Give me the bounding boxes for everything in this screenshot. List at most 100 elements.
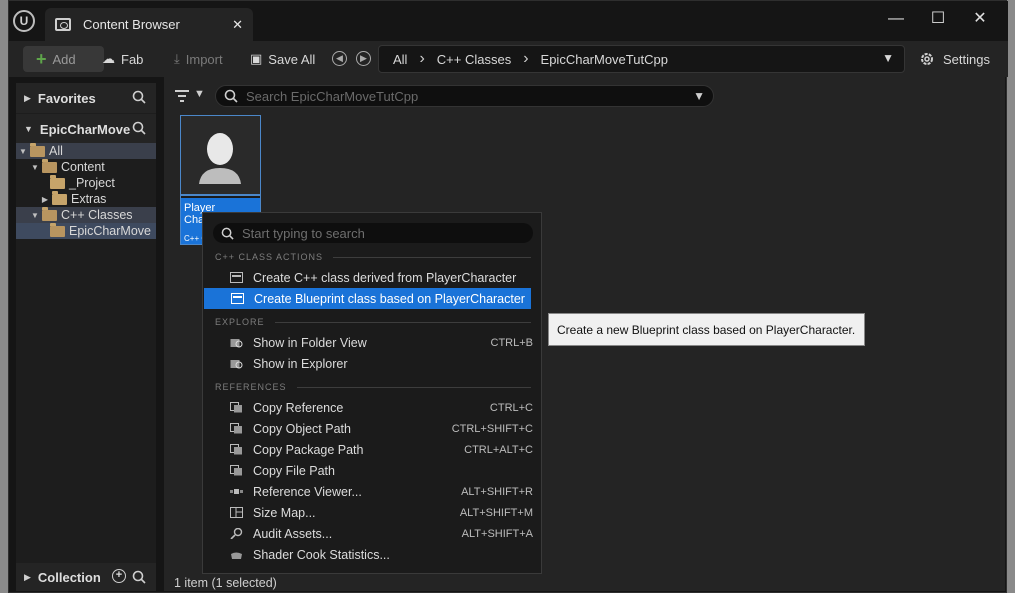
close-window-icon[interactable]: ✕	[966, 7, 994, 31]
save-all-button[interactable]: ▣ Save All	[250, 46, 315, 72]
tree-item-extras[interactable]: ▶ Extras	[16, 190, 156, 207]
breadcrumb: All › C++ Classes › EpicCharMoveTutCpp ▼	[378, 45, 905, 73]
tree-item-label: Content	[61, 160, 105, 174]
menu-item-audit-assets[interactable]: Audit Assets... ALT+SHIFT+A	[203, 523, 541, 544]
search-icon[interactable]	[132, 90, 146, 104]
menu-item-label: Copy Reference	[253, 400, 344, 415]
settings-button[interactable]: Settings	[919, 46, 990, 72]
settings-label: Settings	[943, 51, 990, 67]
title-bar: U Content Browser ✕ — ☐ ✕	[9, 1, 1008, 41]
blueprint-class-icon	[231, 293, 244, 304]
chevron-down-icon[interactable]: ▼	[693, 89, 705, 103]
caret-right-icon[interactable]: ▶	[40, 195, 50, 204]
unreal-logo-icon[interactable]: U	[13, 10, 35, 32]
import-button[interactable]: ⤓ Import	[174, 46, 223, 72]
menu-item-label: Audit Assets...	[253, 526, 333, 541]
menu-item-label: Create Blueprint class based on PlayerCh…	[254, 291, 525, 306]
chevron-right-icon[interactable]: ›	[523, 50, 528, 68]
menu-item-size-map[interactable]: Size Map... ALT+SHIFT+M	[203, 502, 541, 523]
menu-item-shortcut: ALT+SHIFT+R	[461, 485, 533, 498]
tab-close-icon[interactable]: ✕	[232, 17, 243, 33]
menu-item-label: Copy File Path	[253, 463, 335, 478]
favorites-header[interactable]: ▶ Favorites	[16, 83, 156, 113]
breadcrumb-project[interactable]: EpicCharMoveTutCpp	[541, 52, 668, 67]
reference-viewer-icon	[230, 489, 243, 494]
caret-down-icon[interactable]: ▼	[18, 147, 28, 156]
filter-icon	[175, 90, 189, 102]
chevron-down-icon[interactable]: ▼	[882, 51, 894, 65]
tree-item-label: All	[49, 144, 63, 158]
project-header[interactable]: ▼ EpicCharMove	[16, 114, 156, 144]
section-explore: EXPLORE	[215, 317, 531, 327]
cpp-class-icon	[230, 272, 243, 283]
tree-item-all[interactable]: ▼ All	[16, 142, 156, 159]
menu-item-reference-viewer[interactable]: Reference Viewer... ALT+SHIFT+R	[203, 481, 541, 502]
sources-panel: ▶ Favorites ▼ EpicCharMove ▼ All ▼ Conte…	[16, 83, 156, 591]
collection-header[interactable]: ▶ Collection +	[16, 563, 156, 591]
expand-arrow-icon[interactable]: ▶	[24, 93, 31, 104]
menu-item-show-in-explorer[interactable]: Show in Explorer	[203, 353, 541, 374]
folder-search-icon	[230, 339, 243, 348]
tree-item-label: _Project	[69, 176, 115, 190]
favorites-label: Favorites	[37, 90, 96, 106]
content-browser-icon	[55, 18, 71, 31]
menu-item-shortcut: ALT+SHIFT+M	[459, 506, 533, 519]
tree-item-cpp-classes[interactable]: ▼ C++ Classes	[16, 206, 156, 223]
tab-content-browser[interactable]: Content Browser ✕	[45, 8, 253, 41]
collection-label: Collection	[37, 569, 101, 585]
menu-search-input[interactable]: Start typing to search	[213, 223, 533, 243]
add-button[interactable]: + Add	[23, 46, 104, 72]
search-icon[interactable]	[132, 121, 146, 135]
save-all-label: Save All	[268, 51, 316, 67]
chevron-down-icon: ▼	[194, 88, 205, 100]
save-icon: ▣	[250, 51, 263, 66]
context-menu: Start typing to search C++ CLASS ACTIONS…	[202, 212, 542, 574]
copy-icon	[230, 465, 242, 476]
tree-item-content[interactable]: ▼ Content	[16, 158, 156, 175]
breadcrumb-cpp-classes[interactable]: C++ Classes	[437, 52, 511, 67]
section-references: REFERENCES	[215, 382, 531, 392]
add-collection-icon[interactable]: +	[112, 569, 126, 583]
maximize-icon[interactable]: ☐	[924, 7, 952, 31]
menu-item-create-cpp-class[interactable]: Create C++ class derived from PlayerChar…	[203, 267, 541, 288]
fab-button[interactable]: ☁ Fab	[102, 46, 143, 72]
minimize-icon[interactable]: —	[882, 7, 910, 31]
menu-item-copy-file-path[interactable]: Copy File Path	[203, 460, 541, 481]
menu-item-shortcut: CTRL+B	[490, 336, 534, 349]
menu-item-create-blueprint-class[interactable]: Create Blueprint class based on PlayerCh…	[204, 288, 531, 309]
tree-item-label: C++ Classes	[61, 208, 133, 222]
filter-button[interactable]: ▼	[174, 87, 208, 107]
search-icon[interactable]	[132, 570, 146, 584]
caret-down-icon[interactable]: ▼	[30, 163, 40, 172]
expand-arrow-icon[interactable]: ▶	[24, 572, 31, 583]
menu-item-copy-package-path[interactable]: Copy Package Path CTRL+ALT+C	[203, 439, 541, 460]
copy-icon	[230, 402, 242, 413]
tree-item-epiccharmove[interactable]: EpicCharMove	[16, 222, 156, 239]
forward-icon[interactable]: ▶	[356, 51, 371, 66]
menu-item-shortcut: ALT+SHIFT+A	[461, 527, 533, 540]
folder-search-icon	[230, 360, 243, 369]
menu-item-copy-object-path[interactable]: Copy Object Path CTRL+SHIFT+C	[203, 418, 541, 439]
status-text: 1 item (1 selected)	[174, 576, 277, 590]
chevron-right-icon[interactable]: ›	[419, 50, 424, 68]
menu-item-label: Shader Cook Statistics...	[253, 547, 390, 562]
tree-item-project[interactable]: _Project	[16, 174, 156, 191]
menu-item-shader-cook-statistics[interactable]: Shader Cook Statistics...	[203, 544, 541, 565]
collapse-arrow-icon[interactable]: ▼	[24, 124, 33, 134]
menu-item-label: Reference Viewer...	[253, 484, 362, 499]
menu-item-copy-reference[interactable]: Copy Reference CTRL+C	[203, 397, 541, 418]
size-map-icon	[230, 507, 243, 518]
folder-icon	[52, 190, 67, 205]
tree-item-label: EpicCharMove	[69, 224, 151, 238]
asset-search-input[interactable]: Search EpicCharMoveTutCpp ▼	[215, 85, 714, 107]
search-icon	[224, 89, 238, 103]
tab-label: Content Browser	[83, 17, 180, 32]
gear-icon	[921, 53, 933, 65]
caret-down-icon[interactable]: ▼	[30, 211, 40, 220]
tooltip: Create a new Blueprint class based on Pl…	[548, 313, 865, 346]
menu-item-label: Copy Package Path	[253, 442, 364, 457]
back-icon[interactable]: ◀	[332, 51, 347, 66]
breadcrumb-all[interactable]: All	[393, 52, 407, 67]
menu-item-show-in-folder-view[interactable]: Show in Folder View CTRL+B	[203, 332, 541, 353]
import-icon: ⤓	[174, 51, 180, 66]
